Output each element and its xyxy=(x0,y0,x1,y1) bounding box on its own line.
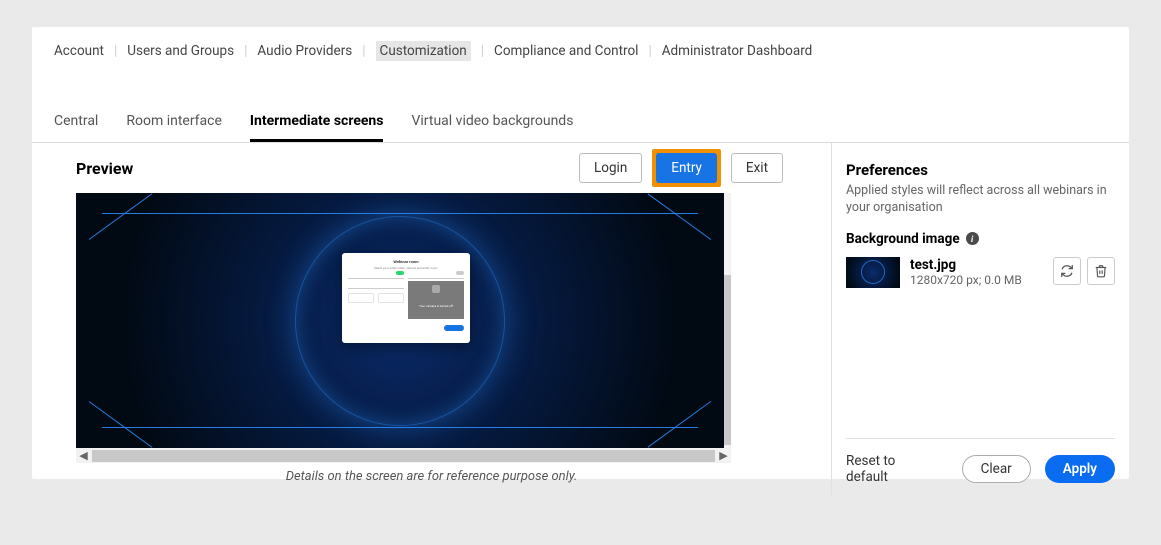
scroll-right-icon[interactable]: ▶ xyxy=(716,448,731,463)
right-column: Preferences Applied styles will reflect … xyxy=(832,143,1129,495)
background-image-label: Background image i xyxy=(846,231,1115,247)
modal-subtitle: Select your audio/video options and ente… xyxy=(348,266,464,270)
nav-compliance[interactable]: Compliance and Control xyxy=(494,41,638,61)
reset-to-default[interactable]: Reset to default xyxy=(846,453,934,485)
apply-button[interactable]: Apply xyxy=(1045,455,1115,483)
footer-row: Reset to default Clear Apply xyxy=(846,438,1115,485)
file-meta: 1280x720 px; 0.0 MB xyxy=(910,273,1043,287)
trash-icon xyxy=(1094,264,1108,278)
tab-intermediate-screens[interactable]: Intermediate screens xyxy=(250,113,384,142)
entry-modal: Webinar room Select your audio/video opt… xyxy=(342,253,470,343)
nav-divider: | xyxy=(114,43,117,59)
horizontal-scrollbar[interactable]: ◀ ▶ xyxy=(76,448,731,463)
preferences-title: Preferences xyxy=(846,161,1115,179)
file-thumbnail xyxy=(846,257,900,288)
tab-central[interactable]: Central xyxy=(54,113,98,142)
delete-button[interactable] xyxy=(1087,257,1115,285)
left-column: Preview Login Entry Exit xyxy=(32,143,831,495)
login-button[interactable]: Login xyxy=(579,153,642,183)
nav-divider: | xyxy=(648,43,651,59)
preview-box: Webinar room Select your audio/video opt… xyxy=(76,193,787,495)
scroll-left-icon[interactable]: ◀ xyxy=(76,448,91,463)
reference-note: Details on the screen are for reference … xyxy=(76,469,787,484)
file-info: test.jpg 1280x720 px; 0.0 MB xyxy=(910,257,1043,287)
nav-audio-providers[interactable]: Audio Providers xyxy=(257,41,352,61)
refresh-icon xyxy=(1060,264,1074,278)
preview-header: Preview Login Entry Exit xyxy=(76,149,787,187)
nav-customization[interactable]: Customization xyxy=(376,41,471,61)
app-frame: Account | Users and Groups | Audio Provi… xyxy=(32,27,1129,479)
preferences-desc: Applied styles will reflect across all w… xyxy=(846,183,1115,217)
tab-room-interface[interactable]: Room interface xyxy=(126,113,222,142)
top-nav: Account | Users and Groups | Audio Provi… xyxy=(32,27,1129,75)
screen-switcher: Login Entry Exit xyxy=(575,149,787,187)
modal-title: Webinar room xyxy=(348,259,464,264)
info-icon[interactable]: i xyxy=(966,232,979,245)
refresh-button[interactable] xyxy=(1053,257,1081,285)
entry-button[interactable]: Entry xyxy=(656,153,717,183)
nav-users-groups[interactable]: Users and Groups xyxy=(127,41,234,61)
nav-account[interactable]: Account xyxy=(54,41,104,61)
bg-image-text: Background image xyxy=(846,231,960,247)
tab-virtual-backgrounds[interactable]: Virtual video backgrounds xyxy=(411,113,573,142)
file-row: test.jpg 1280x720 px; 0.0 MB xyxy=(846,257,1115,288)
file-name: test.jpg xyxy=(910,257,1043,273)
nav-divider: | xyxy=(244,43,247,59)
content: Preview Login Entry Exit xyxy=(32,143,1129,495)
sub-nav: Central Room interface Intermediate scre… xyxy=(32,75,1129,143)
vertical-scrollbar[interactable] xyxy=(724,193,731,448)
clear-button[interactable]: Clear xyxy=(962,455,1031,483)
preview-image: Webinar room Select your audio/video opt… xyxy=(76,193,724,448)
nav-admin-dashboard[interactable]: Administrator Dashboard xyxy=(662,41,813,61)
exit-button[interactable]: Exit xyxy=(731,153,783,183)
preview-title: Preview xyxy=(76,159,133,178)
nav-divider: | xyxy=(481,43,484,59)
nav-divider: | xyxy=(362,43,365,59)
